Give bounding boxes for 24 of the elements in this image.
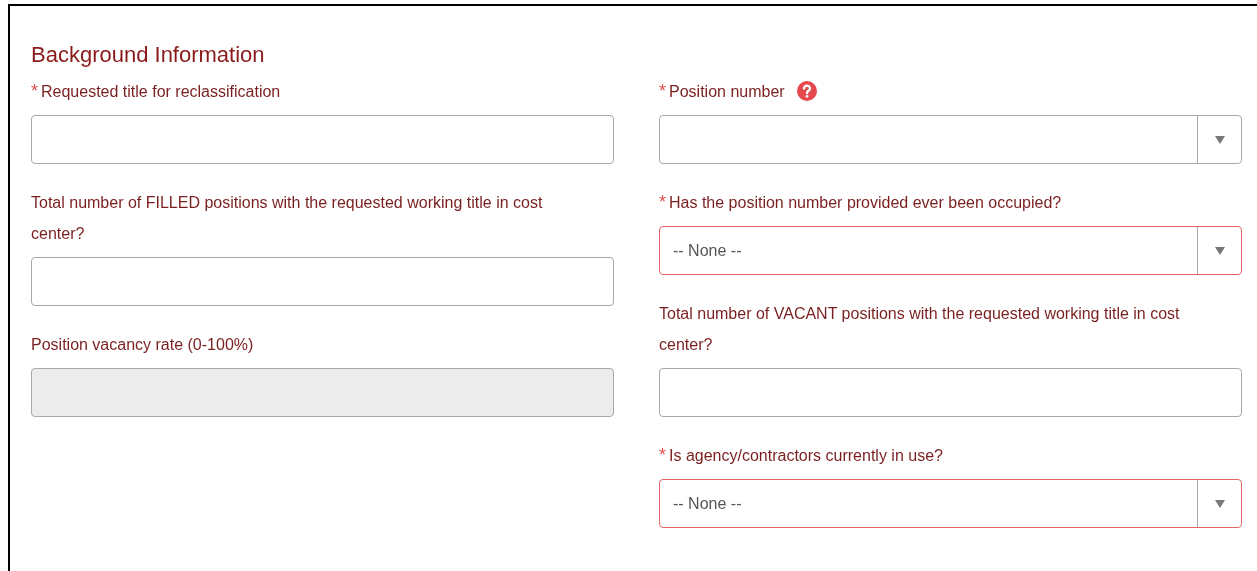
field-label: Position number — [669, 82, 785, 102]
input-field[interactable] — [31, 115, 614, 164]
select-field[interactable]: -- None -- — [659, 226, 1242, 275]
caret-icon[interactable] — [1214, 135, 1225, 144]
input-field[interactable] — [31, 257, 614, 306]
input-field[interactable] — [659, 368, 1242, 417]
required-mark: * — [659, 444, 666, 467]
field-label: Total number of FILLED positions with the requested working title in cost center? — [31, 193, 544, 244]
section-title: Background Information — [31, 41, 266, 69]
help-icon[interactable] — [796, 81, 817, 101]
field-label: Is agency/contractors currently in use? — [669, 446, 943, 466]
required-mark: * — [659, 191, 666, 214]
field-label: Requested title for reclassification — [41, 82, 281, 102]
select-field[interactable] — [659, 115, 1242, 164]
required-mark: * — [31, 80, 38, 103]
field-label: Total number of VACANT positions with the requested working title in cost center? — [659, 304, 1181, 355]
caret-icon[interactable] — [1214, 499, 1225, 508]
caret-icon[interactable] — [1214, 246, 1225, 255]
field-label: Has the position number provided ever been occupied? — [669, 193, 1062, 213]
select-field[interactable]: -- None -- — [659, 479, 1242, 528]
field-label: Position vacancy rate (0-100%) — [31, 335, 254, 355]
select-value: -- None -- — [673, 240, 742, 261]
required-mark: * — [659, 80, 666, 103]
select-value: -- None -- — [673, 493, 742, 514]
